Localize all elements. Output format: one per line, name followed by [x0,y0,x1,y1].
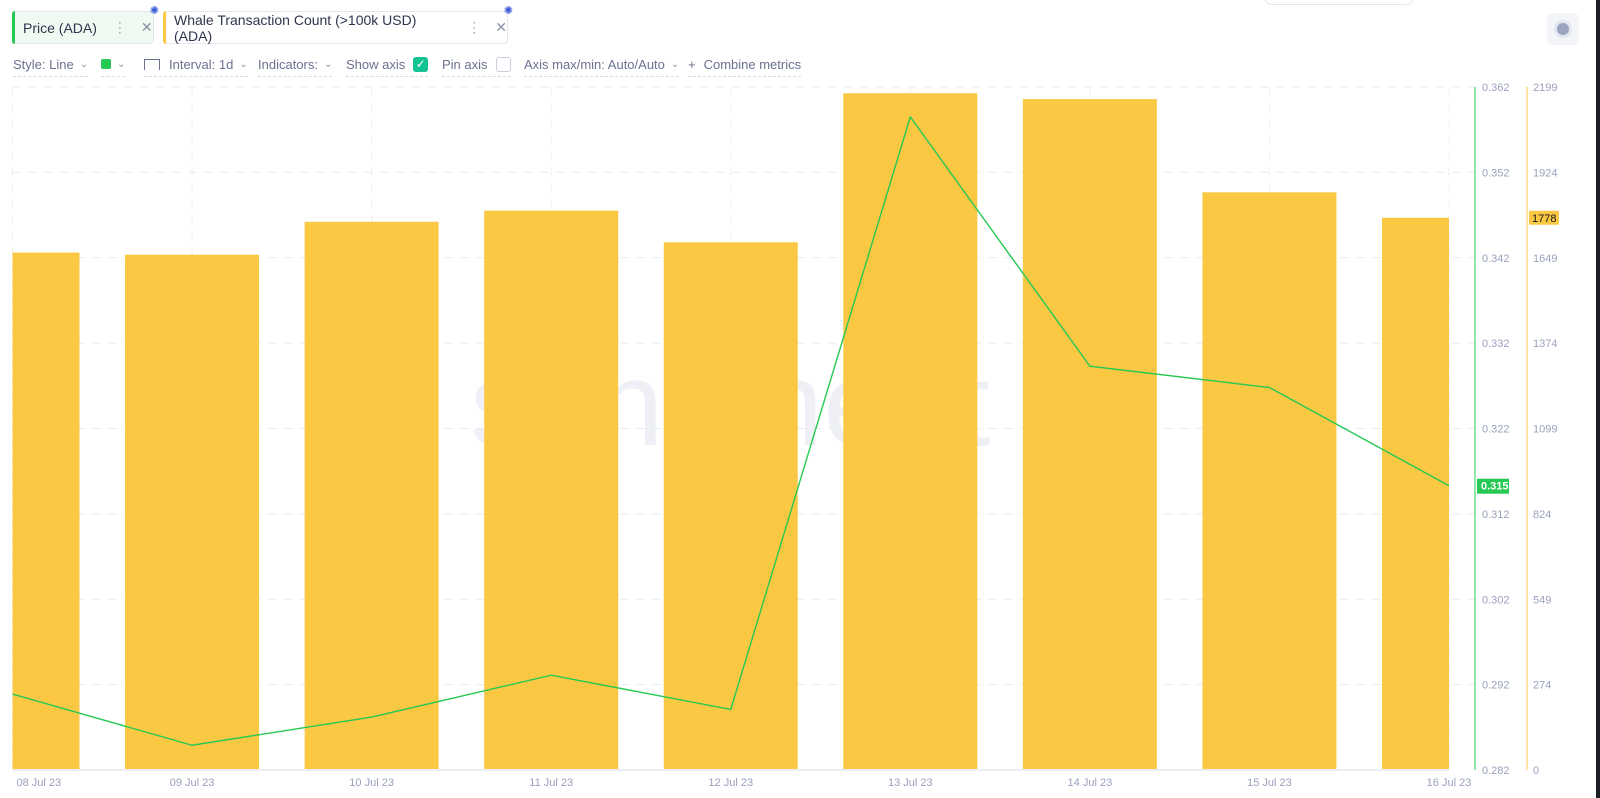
price-axis-tick: 0.352 [1482,167,1510,179]
price-axis-tick: 0.312 [1482,509,1510,521]
count-axis-tick: 1374 [1533,338,1557,350]
bar-whale-count [663,242,798,771]
price-axis-tick: 0.342 [1482,253,1510,265]
count-axis-tick: 0 [1533,765,1539,777]
count-axis-tick: 1649 [1533,253,1557,265]
price-axis-tick: 0.332 [1482,338,1510,350]
price-axis-tick: 0.292 [1482,680,1510,692]
price-axis-tick: 0.322 [1482,424,1510,436]
price-axis-tick: 0.362 [1482,82,1510,94]
bar-whale-count [304,221,439,771]
x-axis-tick: 11 Jul 23 [529,777,573,789]
x-axis-tick: 12 Jul 23 [708,777,753,789]
chart[interactable]: santiment 0.36221990.35219240.34216490.3… [0,0,1600,798]
count-axis-tick: 274 [1533,680,1551,692]
bar-whale-count [1382,217,1449,770]
x-axis-tick: 10 Jul 23 [349,777,394,789]
last-price-label: 0.315 [1481,481,1509,493]
count-axis-tick: 549 [1533,594,1551,606]
count-axis-tick: 1924 [1533,167,1557,179]
bar-whale-count [1202,192,1337,771]
count-axis-tick: 2199 [1533,82,1557,94]
price-axis-tick: 0.282 [1482,765,1510,777]
bar-whale-count [125,254,260,771]
x-axis-tick: 15 Jul 23 [1247,777,1292,789]
price-axis-tick: 0.302 [1482,594,1510,606]
x-axis-tick: 08 Jul 23 [17,777,62,789]
x-axis-tick: 16 Jul 23 [1427,777,1472,789]
count-axis-tick: 824 [1533,509,1551,521]
x-axis-tick: 14 Jul 23 [1068,777,1113,789]
count-axis-tick: 1099 [1533,424,1557,436]
x-axis-tick: 09 Jul 23 [170,777,215,789]
last-count-label: 1778 [1532,213,1556,225]
bar-whale-count [12,252,80,771]
bar-whale-count [843,93,978,770]
x-axis-tick: 13 Jul 23 [888,777,933,789]
bar-whale-count [1022,99,1157,771]
